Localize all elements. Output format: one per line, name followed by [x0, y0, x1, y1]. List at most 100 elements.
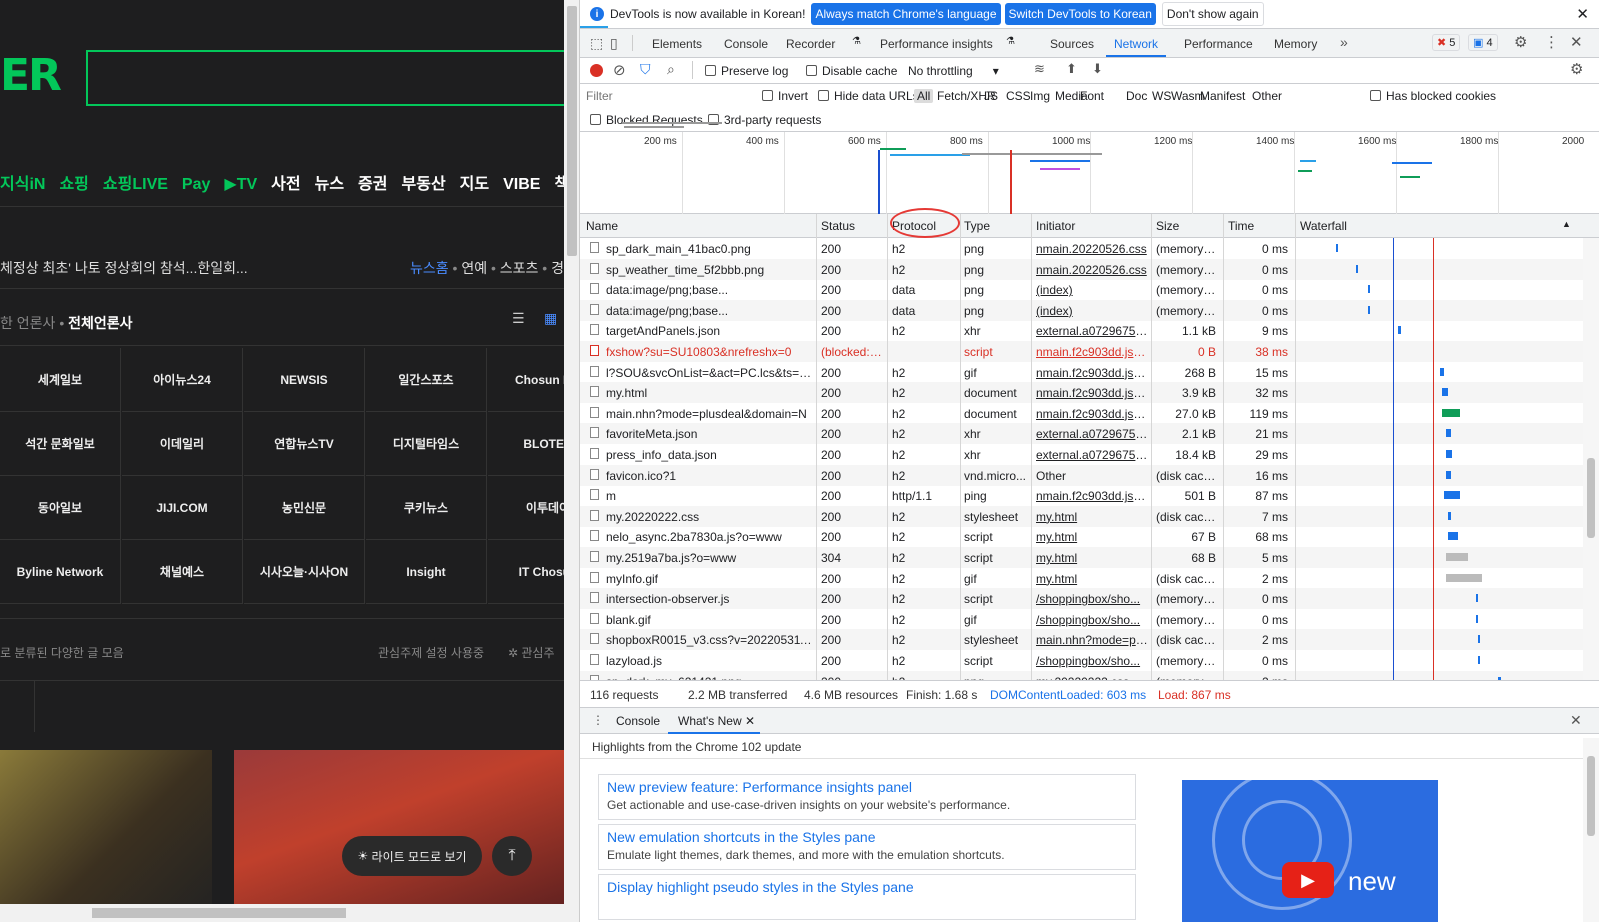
column-header-status[interactable]: Status [821, 219, 855, 233]
press-logo[interactable]: JIJI.COM [122, 476, 243, 540]
light-mode-button[interactable]: ☀ 라이트 모드로 보기 [342, 836, 482, 876]
device-toolbar-icon[interactable]: ▯ [610, 35, 618, 52]
match-language-button[interactable]: Always match Chrome's language [811, 3, 1001, 25]
filter-input[interactable] [586, 87, 746, 105]
search-icon[interactable]: ⌕ [667, 61, 675, 78]
settings-gear-icon[interactable]: ⚙ [1514, 33, 1527, 51]
nav-item[interactable]: 지도 [460, 176, 489, 193]
cell-name[interactable]: shopboxR0015_v3.css?v=2022053114 [606, 633, 812, 647]
card-title[interactable]: New preview feature: Performance insight… [607, 779, 1127, 795]
invert-checkbox[interactable]: Invert [762, 89, 808, 103]
nav-item[interactable]: ▶TV [224, 176, 257, 193]
tab-sources[interactable]: Sources [1050, 37, 1094, 51]
hide-data-urls-checkbox[interactable]: Hide data URLs [818, 89, 919, 103]
type-filter-ws[interactable]: WS [1152, 89, 1171, 103]
kebab-menu-icon[interactable]: ⋮ [1544, 33, 1559, 51]
tab-network[interactable]: Network [1114, 37, 1158, 51]
type-filter-css[interactable]: CSS [1006, 89, 1031, 103]
press-logo[interactable]: 아이뉴스24 [122, 348, 243, 412]
column-header-initiator[interactable]: Initiator [1036, 219, 1075, 233]
cell-initiator[interactable]: main.nhn?mode=pl... [1036, 633, 1148, 647]
message-badge[interactable]: ▣ 4 [1468, 34, 1498, 51]
nav-item[interactable]: 사전 [271, 176, 300, 193]
whats-new-video[interactable]: ▶ new [1182, 780, 1438, 922]
preserve-log-checkbox[interactable]: Preserve log [705, 64, 788, 78]
nav-item[interactable]: 쇼핑 [59, 176, 88, 193]
type-filter-other[interactable]: Other [1252, 89, 1282, 103]
drawer-menu-icon[interactable]: ⋮ [592, 713, 604, 727]
network-settings-icon[interactable]: ⚙ [1570, 60, 1583, 78]
inspect-icon[interactable]: ⬚ [590, 35, 603, 52]
cell-initiator[interactable]: external.a0729675.j... [1036, 427, 1148, 441]
cell-initiator[interactable]: nmain.f2c903dd.js?... [1036, 366, 1148, 380]
clear-icon[interactable]: ⊘ [613, 61, 626, 79]
cell-initiator[interactable]: /shoppingbox/sho... [1036, 654, 1148, 668]
list-view-icon[interactable]: ☰ [512, 310, 525, 327]
table-scrollbar[interactable] [1583, 238, 1599, 680]
cell-initiator[interactable]: external.a0729675.j... [1036, 448, 1148, 462]
press-logo[interactable]: Insight [366, 540, 487, 604]
press-logo[interactable]: 연합뉴스TV [244, 412, 365, 476]
type-filter-doc[interactable]: Doc [1126, 89, 1147, 103]
cell-name[interactable]: my.html [606, 386, 812, 400]
cell-name[interactable]: myInfo.gif [606, 572, 812, 586]
switch-korean-button[interactable]: Switch DevTools to Korean [1004, 3, 1156, 25]
vertical-scrollbar[interactable] [564, 0, 580, 922]
whats-new-card[interactable]: New emulation shortcuts in the Styles pa… [598, 824, 1136, 870]
news-photo-baseball[interactable] [0, 750, 212, 922]
export-har-icon[interactable]: ⬇ [1092, 61, 1103, 77]
horizontal-scrollbar[interactable] [0, 904, 564, 922]
grid-view-icon[interactable]: ▦ [544, 310, 557, 327]
cell-name[interactable]: press_info_data.json [606, 448, 812, 462]
filter-icon[interactable]: ⛉ [640, 61, 651, 78]
tab-memory[interactable]: Memory [1274, 37, 1317, 51]
press-logo[interactable]: 석간 문화일보 [0, 412, 121, 476]
cell-name[interactable]: my.20220222.css [606, 510, 812, 524]
cell-initiator[interactable]: my.html [1036, 530, 1148, 544]
press-logo[interactable]: Chosun Biz [488, 348, 564, 412]
nav-item[interactable]: 지식iN [0, 176, 45, 193]
more-tabs-icon[interactable]: » [1340, 34, 1348, 50]
cell-name[interactable]: sp_dark_main_41bac0.png [606, 242, 812, 256]
cell-name[interactable]: data:image/png;base... [606, 304, 812, 318]
error-badge[interactable]: ✖ 5 [1432, 34, 1461, 51]
play-icon[interactable]: ▶ [1282, 862, 1334, 898]
search-input[interactable] [86, 50, 564, 106]
press-logo[interactable]: Byline Network [0, 540, 121, 604]
press-logo[interactable]: 채널예스 [122, 540, 243, 604]
column-header-size[interactable]: Size [1156, 219, 1179, 233]
press-logo[interactable]: 디지털타임스 [366, 412, 487, 476]
press-logo[interactable]: BLOTER [488, 412, 564, 476]
cell-name[interactable]: l?SOU&svcOnList=&act=PC.lcs&ts=16... [606, 366, 812, 380]
cell-initiator[interactable]: nmain.f2c903dd.js?... [1036, 489, 1148, 503]
cell-initiator[interactable]: external.a0729675.j... [1036, 324, 1148, 338]
scroll-top-icon[interactable]: ⤒ [492, 836, 532, 876]
nav-item[interactable]: 부동산 [402, 176, 446, 193]
cell-initiator[interactable]: (index) [1036, 283, 1148, 297]
press-logo[interactable]: 농민신문 [244, 476, 365, 540]
cell-initiator[interactable]: nmain.f2c903dd.js?... [1036, 345, 1148, 359]
cell-name[interactable]: favicon.ico?1 [606, 469, 812, 483]
nav-item[interactable]: 쇼핑LIVE [103, 176, 168, 193]
cell-name[interactable]: main.nhn?mode=plusdeal&domain=N [606, 407, 812, 421]
cell-name[interactable]: my.2519a7ba.js?o=www [606, 551, 812, 565]
cell-initiator[interactable]: nmain.20220526.css [1036, 242, 1148, 256]
cell-initiator[interactable]: my.html [1036, 551, 1148, 565]
cell-initiator[interactable]: (index) [1036, 304, 1148, 318]
press-logo[interactable]: 세계일보 [0, 348, 121, 412]
cell-name[interactable]: data:image/png;base... [606, 283, 812, 297]
whats-new-card[interactable]: Display highlight pseudo styles in the S… [598, 874, 1136, 920]
cell-name[interactable]: targetAndPanels.json [606, 324, 812, 338]
close-devtools-icon[interactable]: ✕ [1570, 33, 1583, 51]
blocked-requests-checkbox[interactable]: Blocked Requests [590, 113, 703, 127]
press-tab-sub[interactable]: 한 언론사 [0, 315, 55, 331]
drawer-scrollbar[interactable] [1583, 738, 1599, 922]
nav-item[interactable]: 책 [554, 176, 564, 193]
nav-item[interactable]: Pay [182, 176, 210, 193]
column-header-waterfall[interactable]: Waterfall [1300, 219, 1347, 233]
disable-cache-checkbox[interactable]: Disable cache [806, 64, 897, 78]
cell-name[interactable]: fxshow?su=SU10803&nrefreshx=0 [606, 345, 812, 359]
press-logo[interactable]: 쿠키뉴스 [366, 476, 487, 540]
whats-new-card[interactable]: New preview feature: Performance insight… [598, 774, 1136, 820]
card-title[interactable]: Display highlight pseudo styles in the S… [607, 879, 1127, 895]
